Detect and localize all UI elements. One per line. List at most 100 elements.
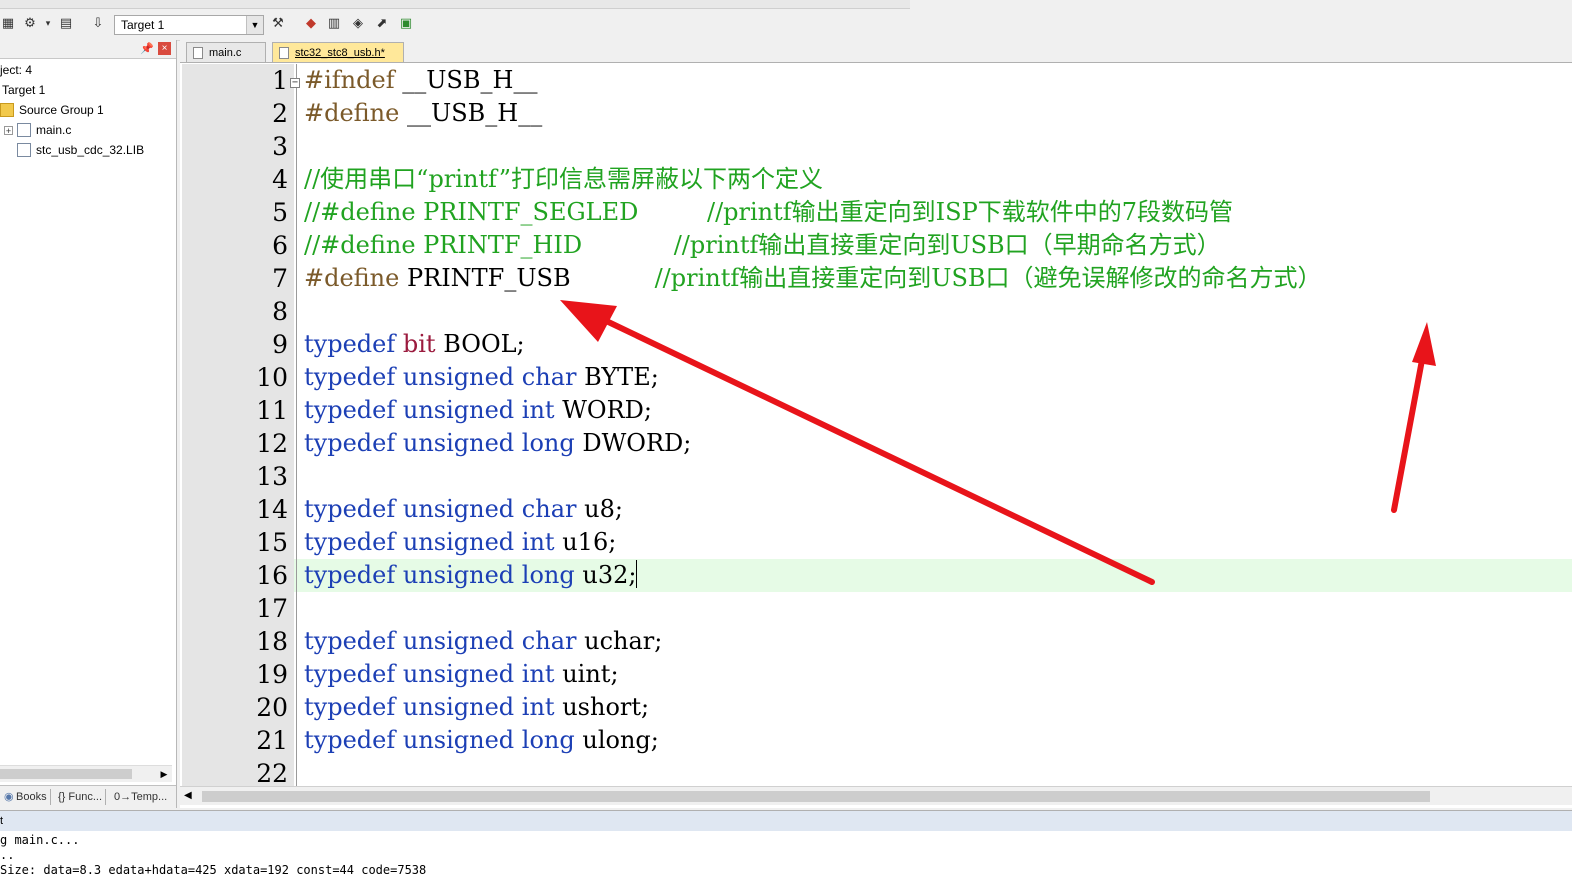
expand-icon[interactable]: + <box>4 126 13 136</box>
code-line[interactable]: #define PRINTF_USB //printf输出直接重定向到USB口（… <box>304 262 1322 295</box>
scrollbar-thumb[interactable] <box>0 769 132 779</box>
tab-books-label: Books <box>16 791 47 803</box>
tree-target[interactable]: Target 1 <box>2 83 45 97</box>
code-line-current[interactable]: typedef unsigned long u32; <box>304 559 638 592</box>
line-number: 16 <box>256 561 288 590</box>
line-number: 4 <box>272 165 288 194</box>
code-text: uint; <box>562 660 619 688</box>
code-line[interactable]: typedef unsigned int ushort; <box>304 691 649 724</box>
scroll-left-icon[interactable]: ◀ <box>184 787 192 805</box>
keyword-token: typedef <box>304 528 396 556</box>
code-line[interactable]: typedef bit BOOL; <box>304 328 525 361</box>
project-panel-tabs: ◉ Books {} Func... 0→Temp... <box>0 785 176 808</box>
batch-build-icon[interactable]: ▦ <box>0 16 16 32</box>
templates-icon: 0→ <box>114 791 132 803</box>
close-icon[interactable]: × <box>158 42 171 55</box>
tab-stc32-usb-h-label: stc32_stc8_usb.h* <box>295 47 385 59</box>
code-line[interactable]: typedef unsigned char BYTE; <box>304 361 659 394</box>
keyword-token: typedef <box>304 330 396 358</box>
tab-functions[interactable]: {} Func... <box>58 789 107 805</box>
keyword-token: unsigned <box>402 363 515 391</box>
chevron-down-icon[interactable]: ▼ <box>246 16 263 34</box>
line-number-gutter: 1 2 3 4 5 6 7 8 9 10 11 12 13 14 15 16 1… <box>182 64 294 786</box>
tree-source-group-label: Source Group 1 <box>19 103 104 117</box>
code-line[interactable]: #define __USB_H__ <box>304 97 542 130</box>
select-packs-icon[interactable]: ◈ <box>350 16 366 32</box>
pin-icon[interactable]: 📌 <box>140 42 154 55</box>
line-number: 22 <box>256 759 288 786</box>
code-text: WORD; <box>562 396 652 424</box>
line-number: 9 <box>272 330 288 359</box>
tab-books[interactable]: ◉ Books <box>2 789 51 805</box>
code-line[interactable]: typedef unsigned char u8; <box>304 493 623 526</box>
code-line[interactable]: typedef unsigned int uint; <box>304 658 619 691</box>
manage-components-icon[interactable]: ◆ <box>303 16 319 32</box>
keyword-token: bit <box>402 330 436 358</box>
tab-main-c[interactable]: main.c <box>186 42 266 62</box>
line-number: 18 <box>256 627 288 656</box>
fold-collapse-icon[interactable]: − <box>290 78 300 88</box>
keyword-token: int <box>521 396 555 424</box>
code-text: PRINTF_USB <box>399 264 655 292</box>
keyword-token: unsigned <box>402 627 515 655</box>
keyword-token: typedef <box>304 627 396 655</box>
code-line[interactable]: //#define PRINTF_SEGLED //printf输出重定向到IS… <box>304 196 1233 229</box>
line-number: 15 <box>256 528 288 557</box>
tree-file-lib[interactable]: stc_usb_cdc_32.LIB <box>17 143 144 157</box>
code-line[interactable]: typedef unsigned int u16; <box>304 526 616 559</box>
tab-stc32-usb-h[interactable]: stc32_stc8_usb.h* <box>272 42 404 62</box>
project-root[interactable]: ject: 4 <box>0 63 32 77</box>
run-time-environment-icon[interactable]: ▣ <box>398 16 414 32</box>
tab-templates[interactable]: 0→Temp... <box>114 789 170 805</box>
build-icon[interactable]: ⚙ <box>22 16 38 32</box>
code-line[interactable]: //#define PRINTF_HID //printf输出直接重定向到USB… <box>304 229 1221 262</box>
keyword-token: unsigned <box>402 660 515 688</box>
keyword-token: typedef <box>304 693 396 721</box>
tree-source-group[interactable]: Source Group 1 <box>0 103 104 117</box>
rebuild-icon[interactable]: ▤ <box>58 16 74 32</box>
pack-installer-icon[interactable]: ⬈ <box>374 16 390 32</box>
code-text: ulong; <box>582 726 659 754</box>
c-file-icon <box>17 123 31 137</box>
folder-icon <box>0 103 14 117</box>
toolbar-top-strip <box>0 0 910 9</box>
code-line[interactable]: typedef unsigned char uchar; <box>304 625 662 658</box>
target-select-value: Target 1 <box>121 18 165 32</box>
line-number: 13 <box>256 462 288 491</box>
code-line[interactable]: typedef unsigned long ulong; <box>304 724 659 757</box>
keyword-token: char <box>521 627 577 655</box>
scrollbar-thumb[interactable] <box>202 791 1430 802</box>
tree-file-main[interactable]: + main.c <box>4 123 71 137</box>
code-line[interactable]: typedef unsigned int WORD; <box>304 394 652 427</box>
code-area[interactable]: #ifndef __USB_H__ #define __USB_H__ //使用… <box>294 64 1572 786</box>
line-number: 5 <box>272 198 288 227</box>
scroll-right-icon[interactable]: ▶ <box>156 766 172 782</box>
preprocessor-token: #define <box>304 99 400 127</box>
editor-tab-bar: main.c stc32_stc8_usb.h* <box>180 40 1572 63</box>
tab-templates-label: Temp... <box>131 791 168 803</box>
keyword-token: unsigned <box>402 726 515 754</box>
project-panel: 📌 × ject: 4 Target 1 Source Group 1 + mai… <box>0 40 177 808</box>
tab-functions-label: Func... <box>68 791 103 803</box>
keyword-token: typedef <box>304 396 396 424</box>
code-line[interactable]: typedef unsigned long DWORD; <box>304 427 691 460</box>
keyword-token: int <box>521 693 555 721</box>
editor-horizontal-scrollbar[interactable]: ◀ <box>180 786 1572 805</box>
code-line[interactable]: //使用串口“printf”打印信息需屏蔽以下两个定义 <box>304 163 823 196</box>
keyword-token: typedef <box>304 726 396 754</box>
target-options-icon[interactable]: ⚒ <box>270 16 286 32</box>
keyword-token: typedef <box>304 363 396 391</box>
file-extensions-icon[interactable]: ▥ <box>326 16 342 32</box>
build-output[interactable]: g main.c... .. Size: data=8.3 edata+hdat… <box>0 831 1572 878</box>
target-select[interactable]: Target 1 ▼ <box>114 15 264 35</box>
build-dropdown-icon[interactable]: ▾ <box>40 16 56 32</box>
line-number: 10 <box>256 363 288 392</box>
code-text: __USB_H__ <box>399 99 543 127</box>
download-icon[interactable]: ⇩ <box>90 16 106 32</box>
line-number: 7 <box>272 264 288 293</box>
code-text: DWORD; <box>582 429 692 457</box>
toolbar: ▦ ⚙ ▾ ▤ ⇩ Target 1 ▼ ⚒ ◆ ▥ ◈ ⬈ ▣ <box>0 0 1572 41</box>
code-line[interactable]: #ifndef __USB_H__ <box>304 64 537 97</box>
fold-line <box>296 64 297 786</box>
project-panel-scrollbar[interactable]: ▶ <box>0 765 172 782</box>
